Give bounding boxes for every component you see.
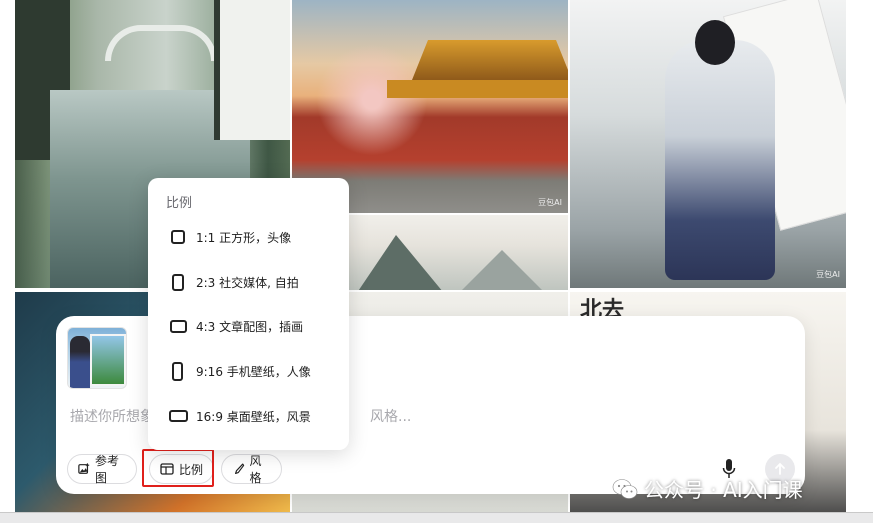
- brush-icon: [234, 463, 245, 475]
- reference-image-label: 参考图: [95, 454, 120, 485]
- reference-image-button[interactable]: 参考图: [67, 454, 137, 485]
- ratio-dropdown: 比例 1:1 正方形，头像 2:3 社交媒体, 自拍 4:3 文章配图，插画 9…: [148, 178, 349, 450]
- square-ratio-icon: [171, 230, 185, 244]
- mountain-peak: [342, 235, 462, 290]
- window-bottom-edge: [0, 512, 873, 523]
- house-right: [214, 0, 290, 140]
- prompt-placeholder-head: 描述你所想象: [70, 409, 154, 425]
- phone-ratio-icon: [172, 361, 183, 381]
- thumbnail-window: [90, 334, 126, 386]
- palace-eave: [387, 80, 568, 98]
- style-label: 风格: [249, 454, 262, 485]
- ratio-option-label: 9:16 手机壁纸，人像: [196, 364, 311, 379]
- stone-bridge: [105, 25, 217, 61]
- blossom-tree: [312, 30, 432, 170]
- reference-image-thumbnail[interactable]: [67, 327, 127, 389]
- landscape-ratio-icon: [170, 319, 187, 333]
- prompt-placeholder-tail: 风格...: [370, 409, 412, 425]
- ratio-option-16-9[interactable]: 16:9 桌面壁纸，风景: [148, 396, 349, 436]
- ratio-button-highlight: [142, 449, 214, 487]
- scholar-head: [695, 20, 735, 65]
- style-button[interactable]: 风格: [221, 454, 282, 485]
- ratio-option-1-1[interactable]: 1:1 正方形，头像: [148, 217, 349, 257]
- tile-watermark: 豆包AI: [816, 270, 840, 279]
- brand-text: 公众号 · AI入门课: [644, 478, 803, 502]
- brand-watermark: 公众号 · AI入门课: [612, 474, 803, 503]
- tile-watermark: 豆包AI: [538, 198, 562, 207]
- scholar-robe: [665, 40, 775, 280]
- image-add-icon: [78, 463, 90, 474]
- ratio-option-label: 2:3 社交媒体, 自拍: [196, 275, 299, 290]
- ratio-option-4-3[interactable]: 4:3 文章配图，插画: [148, 306, 349, 346]
- ratio-option-9-16[interactable]: 9:16 手机壁纸，人像: [148, 351, 349, 391]
- ratio-option-label: 1:1 正方形，头像: [196, 230, 292, 245]
- widescreen-ratio-icon: [169, 410, 188, 422]
- palace-roof: [412, 40, 568, 80]
- portrait-ratio-icon: [172, 273, 184, 291]
- thumbnail-figure: [70, 336, 90, 388]
- gallery-image-scholar-hanfu[interactable]: 豆包AI: [570, 0, 846, 288]
- ratio-menu-title: 比例: [166, 196, 193, 211]
- ratio-option-label: 4:3 文章配图，插画: [196, 319, 304, 334]
- wechat-icon: [612, 478, 638, 499]
- ratio-option-label: 16:9 桌面壁纸，风景: [196, 409, 311, 424]
- ratio-option-2-3[interactable]: 2:3 社交媒体, 自拍: [148, 262, 349, 302]
- mountain-peak-far: [442, 250, 562, 290]
